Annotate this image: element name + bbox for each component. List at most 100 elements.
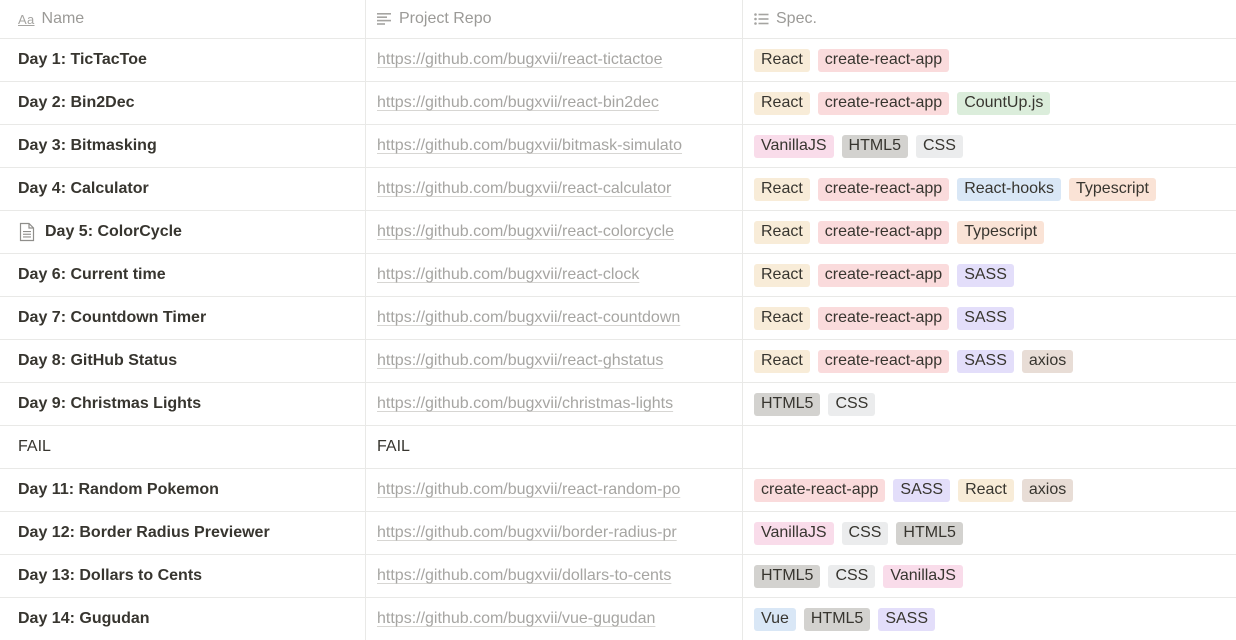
repo-cell[interactable]: https://github.com/bugxvii/bitmask-simul… [366, 125, 743, 167]
repo-link[interactable]: https://github.com/bugxvii/react-countdo… [377, 309, 680, 327]
spec-tag[interactable]: HTML5 [841, 134, 908, 158]
row-title[interactable]: Day 2: Bin2Dec [18, 94, 135, 112]
spec-cell[interactable]: VanillaJS HTML5 CSS [743, 125, 1236, 167]
spec-tag[interactable]: VanillaJS [754, 521, 834, 545]
spec-cell[interactable]: React create-react-app React-hooks Typescri… [743, 168, 1236, 210]
row-title[interactable]: Day 4: Calculator [18, 180, 149, 198]
column-header-spec[interactable]: Spec. [743, 0, 1236, 38]
table-row[interactable]: Day 3: Bitmasking https://github.com/bugx… [0, 125, 1236, 168]
spec-tag[interactable]: Vue [754, 607, 796, 631]
row-title[interactable]: Day 12: Border Radius Previewer [18, 524, 270, 542]
spec-tag[interactable]: React [754, 349, 810, 373]
table-row[interactable]: FAIL FAIL [0, 426, 1236, 469]
spec-cell[interactable]: create-react-app SASS React axios [743, 469, 1236, 511]
row-title[interactable]: Day 13: Dollars to Cents [18, 567, 202, 585]
column-header-repo[interactable]: Project Repo [366, 0, 743, 38]
column-header-name[interactable]: Aa Name [0, 0, 366, 38]
repo-link[interactable]: https://github.com/bugxvii/react-random-… [377, 481, 680, 499]
repo-link[interactable]: https://github.com/bugxvii/bitmask-simul… [377, 137, 682, 155]
table-row[interactable]: Day 4: Calculator https://github.com/bugx… [0, 168, 1236, 211]
table-row[interactable]: Day 13: Dollars to Cents https://github.c… [0, 555, 1236, 598]
name-cell[interactable]: Day 14: Gugudan [0, 598, 366, 640]
row-title[interactable]: Day 8: GitHub Status [18, 352, 177, 370]
repo-cell[interactable]: https://github.com/bugxvii/dollars-to-ce… [366, 555, 743, 597]
row-title[interactable]: Day 14: Gugudan [18, 610, 150, 628]
spec-tag[interactable]: create-react-app [817, 306, 950, 330]
repo-cell[interactable]: https://github.com/bugxvii/react-ghstatu… [366, 340, 743, 382]
spec-tag[interactable]: SASS [878, 607, 936, 631]
repo-cell[interactable]: https://github.com/bugxvii/border-radius… [366, 512, 743, 554]
spec-tag[interactable]: HTML5 [754, 564, 821, 588]
spec-tag[interactable]: CountUp.js [957, 91, 1051, 115]
row-title[interactable]: Day 6: Current time [18, 266, 166, 284]
name-cell[interactable]: Day 3: Bitmasking [0, 125, 366, 167]
spec-tag[interactable]: React [754, 48, 810, 72]
spec-tag[interactable]: create-react-app [817, 91, 950, 115]
repo-link[interactable]: https://github.com/bugxvii/vue-gugudan [377, 610, 655, 628]
repo-link[interactable]: https://github.com/bugxvii/react-ghstatu… [377, 352, 663, 370]
table-row[interactable]: Day 11: Random Pokemon https://github.com… [0, 469, 1236, 512]
spec-tag[interactable]: HTML5 [803, 607, 871, 631]
table-row[interactable]: Day 6: Current time https://github.com/bu… [0, 254, 1236, 297]
repo-cell[interactable]: https://github.com/bugxvii/react-colorcy… [366, 211, 743, 253]
repo-cell[interactable]: https://github.com/bugxvii/react-countdo… [366, 297, 743, 339]
table-row[interactable]: Day 5: ColorCycle https://github.com/bugx… [0, 211, 1236, 254]
spec-cell[interactable]: React create-react-app SASS axios [743, 340, 1236, 382]
spec-cell[interactable]: React create-react-app SASS [743, 297, 1236, 339]
spec-cell[interactable]: React create-react-app Typescript [743, 211, 1236, 253]
name-cell[interactable]: Day 1: TicTacToe [0, 39, 366, 81]
spec-tag[interactable]: VanillaJS [883, 564, 963, 588]
repo-link[interactable]: https://github.com/bugxvii/dollars-to-ce… [377, 567, 671, 585]
repo-link[interactable]: https://github.com/bugxvii/react-clock [377, 266, 639, 284]
spec-tag[interactable]: HTML5 [896, 521, 963, 545]
repo-cell[interactable]: https://github.com/bugxvii/react-calcula… [366, 168, 743, 210]
spec-tag[interactable]: React-hooks [957, 177, 1062, 201]
repo-cell[interactable]: https://github.com/bugxvii/vue-gugudan [366, 598, 743, 640]
name-cell[interactable]: FAIL [0, 426, 366, 468]
spec-tag[interactable]: React [958, 478, 1014, 502]
name-cell[interactable]: Day 5: ColorCycle [0, 211, 366, 253]
spec-tag[interactable]: CSS [841, 521, 889, 545]
row-title[interactable]: Day 7: Countdown Timer [18, 309, 206, 327]
spec-cell[interactable]: HTML5 CSS VanillaJS [743, 555, 1236, 597]
repo-link[interactable]: https://github.com/bugxvii/christmas-lig… [377, 395, 673, 413]
spec-cell[interactable]: React create-react-app SASS [743, 254, 1236, 296]
spec-tag[interactable]: create-react-app [817, 177, 950, 201]
table-row[interactable]: Day 12: Border Radius Previewer https://g… [0, 512, 1236, 555]
spec-tag[interactable]: HTML5 [754, 392, 821, 416]
spec-cell[interactable]: HTML5 CSS [743, 383, 1236, 425]
spec-tag[interactable]: CSS [915, 134, 963, 158]
spec-tag[interactable]: CSS [828, 564, 876, 588]
spec-cell[interactable]: VanillaJS CSS HTML5 [743, 512, 1236, 554]
spec-tag[interactable]: React [754, 306, 810, 330]
repo-cell[interactable]: https://github.com/bugxvii/react-bin2dec [366, 82, 743, 124]
spec-tag[interactable]: Typescript [957, 220, 1045, 244]
name-cell[interactable]: Day 2: Bin2Dec [0, 82, 366, 124]
name-cell[interactable]: Day 7: Countdown Timer [0, 297, 366, 339]
name-cell[interactable]: Day 12: Border Radius Previewer [0, 512, 366, 554]
name-cell[interactable]: Day 13: Dollars to Cents [0, 555, 366, 597]
spec-tag[interactable]: VanillaJS [754, 134, 834, 158]
repo-link[interactable]: https://github.com/bugxvii/border-radius… [377, 524, 677, 542]
spec-tag[interactable]: axios [1021, 478, 1074, 502]
name-cell[interactable]: Day 4: Calculator [0, 168, 366, 210]
spec-tag[interactable]: React [754, 220, 810, 244]
spec-tag[interactable]: React [754, 177, 810, 201]
spec-cell[interactable] [743, 426, 1236, 468]
spec-tag[interactable]: create-react-app [817, 220, 950, 244]
name-cell[interactable]: Day 9: Christmas Lights [0, 383, 366, 425]
spec-tag[interactable]: CSS [828, 392, 876, 416]
spec-tag[interactable]: Typescript [1069, 177, 1156, 201]
spec-tag[interactable]: create-react-app [817, 349, 950, 373]
table-row[interactable]: Day 2: Bin2Dec https://github.com/bugxvii… [0, 82, 1236, 125]
name-cell[interactable]: Day 11: Random Pokemon [0, 469, 366, 511]
repo-link[interactable]: https://github.com/bugxvii/react-tictact… [377, 51, 662, 69]
row-title[interactable]: Day 11: Random Pokemon [18, 481, 219, 499]
spec-tag[interactable]: SASS [957, 306, 1014, 330]
table-row[interactable]: Day 9: Christmas Lights https://github.co… [0, 383, 1236, 426]
repo-cell[interactable]: https://github.com/bugxvii/react-clock [366, 254, 743, 296]
spec-tag[interactable]: SASS [957, 349, 1014, 373]
name-cell[interactable]: Day 6: Current time [0, 254, 366, 296]
spec-tag[interactable]: create-react-app [817, 263, 950, 287]
repo-link[interactable]: https://github.com/bugxvii/react-colorcy… [377, 223, 674, 241]
